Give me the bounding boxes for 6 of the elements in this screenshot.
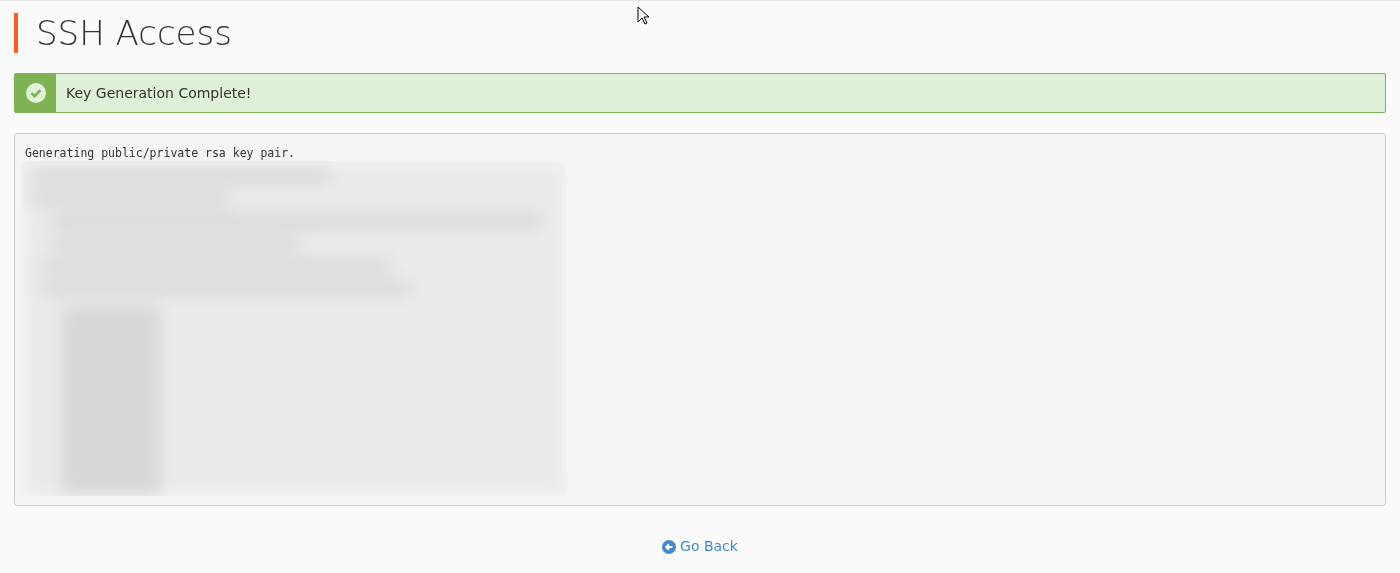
go-back-link[interactable]: Go Back bbox=[662, 536, 738, 557]
alert-message: Key Generation Complete! bbox=[65, 83, 252, 103]
mouse-cursor-icon bbox=[637, 6, 650, 25]
check-circle-icon bbox=[25, 83, 46, 103]
output-line: Generating public/private rsa key pair. bbox=[25, 145, 297, 161]
back-arrow-icon bbox=[662, 539, 677, 554]
